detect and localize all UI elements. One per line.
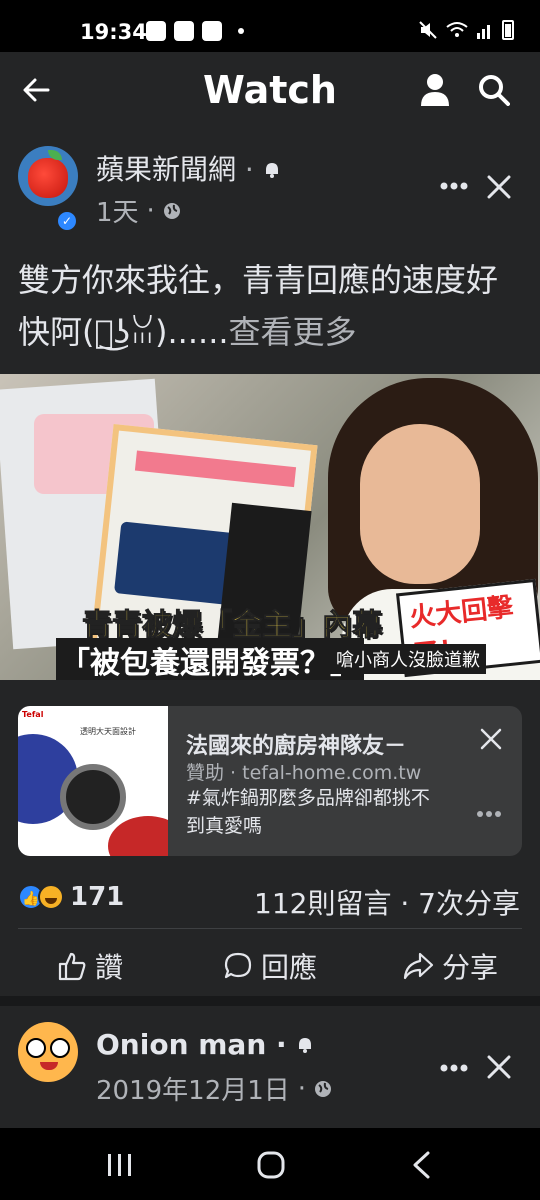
avatar-eye-left: [26, 1038, 46, 1058]
share-button[interactable]: 分享: [360, 938, 540, 994]
profile-icon[interactable]: [418, 72, 452, 106]
thumbs-up-icon: [58, 952, 86, 981]
avatar-mouth: [40, 1062, 58, 1070]
status-bar: 19:34: [0, 0, 540, 52]
page-name[interactable]: 蘋果新聞網 ·: [96, 148, 281, 188]
shopping-icon: [202, 21, 222, 41]
mute-icon: [419, 21, 437, 39]
feed-post-2: Onion man · 2019年12月1日 ·: [0, 1006, 540, 1128]
battery-icon: [502, 20, 514, 40]
image-subcaption: 嗆小商人沒臉道歉: [330, 644, 486, 674]
comment-button[interactable]: 回應: [180, 938, 360, 994]
page-name-text: 蘋果新聞網: [96, 153, 237, 186]
signal-icon: [477, 25, 490, 39]
post2-date[interactable]: 2019年12月1日: [96, 1070, 290, 1107]
reaction-summary[interactable]: 👍 171: [18, 882, 124, 912]
comment-label: 回應: [260, 951, 317, 984]
wifi-icon: [446, 22, 468, 37]
meta-separator: ·: [297, 1073, 307, 1104]
status-time: 19:34: [80, 20, 147, 44]
haha-reaction-icon: [38, 884, 64, 910]
globe-icon: [315, 1080, 332, 1097]
air-fryer-image: [60, 764, 126, 830]
verified-badge-icon: ✓: [55, 209, 79, 233]
user-name[interactable]: Onion man ·: [96, 1028, 314, 1061]
more-options-icon[interactable]: [440, 1064, 468, 1072]
sponsored-ad-card[interactable]: Tefal 透明大天面設計 法國來的廚房神隊友－ 贊助 · tefal-home…: [18, 706, 522, 856]
post-text: 雙方你來我往，青青回應的速度好快阿(ꈍ͜ʖꈍ)......查看更多: [18, 254, 528, 358]
recent-apps-icon[interactable]: [106, 1152, 134, 1178]
page-avatar[interactable]: [18, 146, 78, 206]
search-icon[interactable]: [478, 74, 510, 106]
ad-close-icon[interactable]: [480, 728, 502, 750]
post-time[interactable]: 1天: [96, 192, 139, 229]
notification-icons: [146, 21, 244, 41]
redaction-bar: [134, 450, 297, 488]
post2-meta: 2019年12月1日 ·: [96, 1070, 332, 1107]
user-name-text: Onion man: [96, 1028, 267, 1061]
more-notifications-dot: [238, 28, 244, 34]
ad-more-icon[interactable]: [476, 810, 502, 818]
ad-body: #氣炸鍋那麼多品牌卻都挑不到真愛嗎: [186, 787, 430, 837]
divider: [18, 928, 522, 929]
like-label: 讚: [94, 951, 123, 984]
user-avatar[interactable]: [18, 1022, 78, 1082]
face-shape: [360, 424, 480, 584]
name-separator: ·: [276, 1028, 287, 1061]
comment-icon: [224, 952, 252, 979]
reaction-count: 171: [70, 882, 125, 912]
app-notification-icon: [146, 21, 166, 41]
post-image[interactable]: 火大回擊了！ 青青被爆「金主」內幕 「被包養還開發票？」 嗆小商人沒臉道歉: [0, 374, 540, 680]
youtube-icon: [174, 21, 194, 41]
post-meta: 1天 ·: [96, 192, 181, 229]
ad-sponsor-label: 贊助 · tefal-home.com.tw: [186, 762, 422, 784]
ad-title[interactable]: 法國來的廚房神隊友－: [186, 728, 406, 760]
see-more-link[interactable]: 查看更多: [229, 313, 357, 351]
ad-brand-logo: Tefal: [22, 710, 44, 719]
share-label: 分享: [441, 951, 498, 984]
feed-post: ✓ 蘋果新聞網 · 1天 · 雙方你來我往，青青回應的速度好快阿(ꈍ͜ʖꈍ)..…: [0, 130, 540, 996]
image-headline-2: 「被包養還開發票？」: [56, 638, 364, 680]
close-icon[interactable]: [486, 1054, 512, 1080]
bell-icon[interactable]: [296, 1036, 314, 1054]
ad-thumbnail[interactable]: Tefal 透明大天面設計: [18, 706, 168, 856]
avatar-eye-right: [50, 1038, 70, 1058]
system-back-icon[interactable]: [410, 1150, 432, 1180]
home-icon[interactable]: [256, 1150, 286, 1180]
red-blob: [108, 816, 168, 856]
like-button[interactable]: 讚: [0, 938, 180, 994]
comments-shares-count[interactable]: 112則留言 · 7次分享: [254, 882, 520, 922]
top-nav-bar: Watch: [0, 52, 540, 130]
apple-logo-icon: [28, 158, 68, 198]
page-title: Watch: [203, 68, 337, 112]
close-icon[interactable]: [486, 174, 512, 200]
meta-separator: ·: [146, 195, 155, 226]
more-options-icon[interactable]: [440, 182, 468, 190]
post-actions: 讚 回應 分享: [0, 938, 540, 994]
name-separator: ·: [244, 153, 254, 186]
bell-icon[interactable]: [263, 161, 281, 179]
system-status-icons: [418, 20, 514, 40]
system-nav-bar: [0, 1128, 540, 1200]
globe-icon: [163, 202, 180, 219]
share-icon: [403, 952, 434, 980]
ad-thumb-tagline: 透明大天面設計: [80, 727, 136, 736]
